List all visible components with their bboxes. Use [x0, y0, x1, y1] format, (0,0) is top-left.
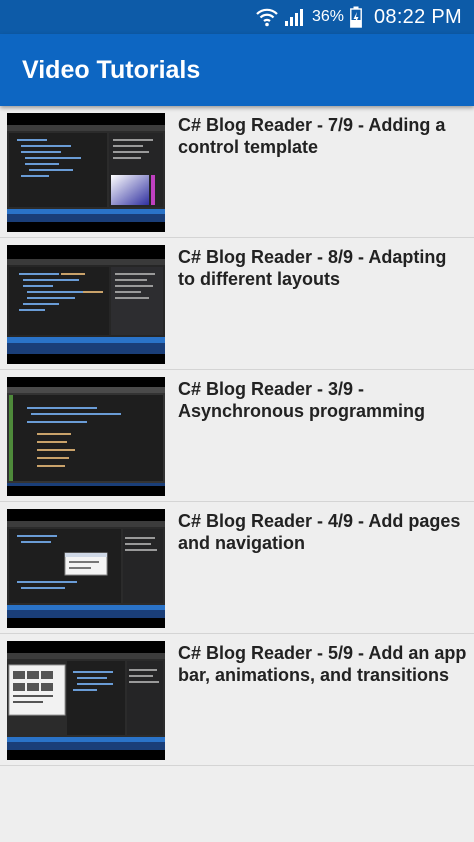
video-title: C# Blog Reader - 8/9 - Adapting to diffe… — [178, 247, 447, 289]
video-title: C# Blog Reader - 3/9 - Asynchronous prog… — [178, 379, 426, 421]
video-thumbnail — [7, 641, 165, 760]
video-list-item[interactable]: C# Blog Reader - 5/9 - Add an app bar, a… — [0, 634, 474, 766]
wifi-icon — [256, 7, 278, 27]
clock: 08:22 PM — [373, 5, 462, 28]
app-bar: Video Tutorials — [0, 34, 474, 106]
video-list-item[interactable]: C# Blog Reader - 3/9 - Asynchronous prog… — [0, 370, 474, 502]
video-title: C# Blog Reader - 5/9 - Add an app bar, a… — [178, 643, 467, 685]
status-bar: 36% 08:22 PM — [0, 0, 474, 34]
video-thumbnail — [7, 377, 165, 496]
video-list: C# Blog Reader - 7/9 - Adding a control … — [0, 106, 474, 766]
video-thumbnail — [7, 113, 165, 232]
battery-charging-icon — [350, 6, 362, 28]
page-title: Video Tutorials — [22, 55, 201, 84]
battery-percent: 36% — [311, 8, 344, 25]
signal-icon — [284, 7, 306, 27]
video-thumbnail — [7, 509, 165, 628]
video-title: C# Blog Reader - 4/9 - Add pages and nav… — [178, 511, 461, 553]
video-list-item[interactable]: C# Blog Reader - 7/9 - Adding a control … — [0, 106, 474, 238]
video-list-item[interactable]: C# Blog Reader - 4/9 - Add pages and nav… — [0, 502, 474, 634]
video-title: C# Blog Reader - 7/9 - Adding a control … — [178, 115, 446, 157]
video-thumbnail — [7, 245, 165, 364]
video-list-item[interactable]: C# Blog Reader - 8/9 - Adapting to diffe… — [0, 238, 474, 370]
